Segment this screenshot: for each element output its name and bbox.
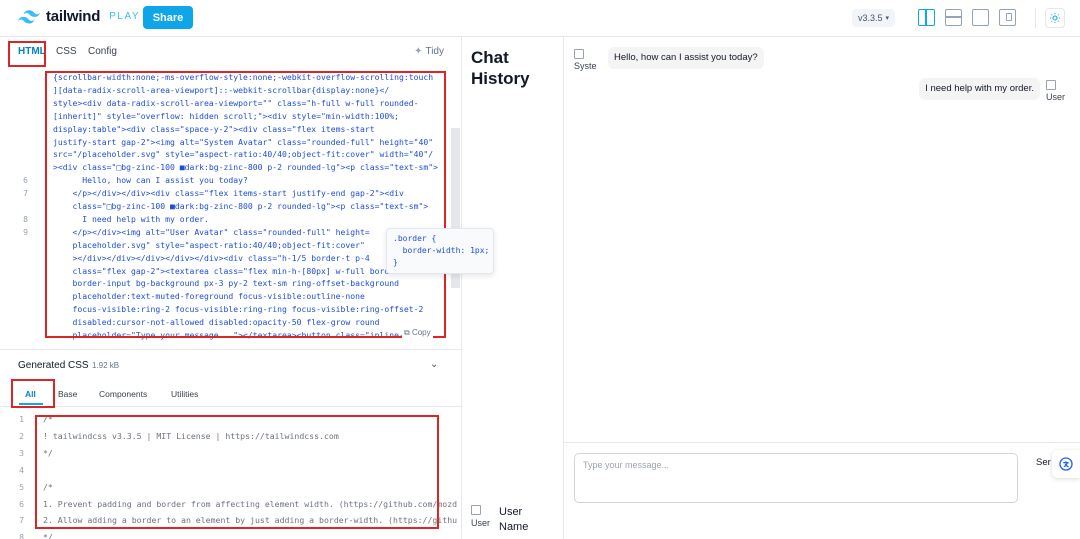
copy-label: Copy [411, 328, 431, 337]
chat-input-divider [564, 442, 1080, 443]
line-number: 5 [19, 481, 24, 492]
annotation-box-all-tab [11, 379, 55, 408]
line-number: 6 [23, 175, 28, 186]
editor-pane: HTML CSS Config ✦ Tidy {scrollbar-width:… [0, 37, 494, 539]
version-select[interactable]: v3.3.5 ▾ [852, 9, 896, 27]
share-button[interactable]: Share [143, 6, 193, 29]
layout-preview-only-icon[interactable] [972, 9, 989, 26]
line-number: 8 [23, 213, 28, 224]
copy-button[interactable]: ⧉ Copy [402, 328, 433, 338]
line-number: 1 [19, 414, 24, 424]
chevron-down-icon: ▾ [885, 15, 890, 22]
message-input[interactable] [574, 453, 1018, 503]
user-message-bubble: I need help with my order. [919, 78, 1040, 100]
generated-css-title: Generated CSS [18, 360, 89, 371]
copy-icon: ⧉ [404, 328, 410, 337]
tab-css[interactable]: CSS [56, 46, 77, 57]
tidy-label: Tidy [425, 46, 444, 57]
chat-area: Syste Hello, how can I assist you today?… [564, 37, 1080, 539]
line-number: 8 [19, 532, 24, 539]
chevron-down-icon[interactable]: ⌄ [430, 359, 438, 370]
annotation-box-generated-css [35, 415, 439, 529]
sparkle-icon: ✦ [414, 46, 423, 57]
css-tab-utilities[interactable]: Utilities [171, 389, 198, 399]
layout-responsive-icon[interactable] [999, 9, 1016, 26]
css-code-line: 8 */ [0, 529, 462, 539]
annotation-box-html-code [45, 71, 446, 338]
version-label: v3.3.5 [858, 13, 883, 23]
css-tab-components[interactable]: Components [99, 389, 147, 399]
css-text: */ [43, 532, 53, 539]
line-number: 7 [19, 515, 24, 526]
user-avatar: User [471, 503, 491, 537]
line-number: 9 [23, 226, 28, 237]
user-message: I need help with my order. User [919, 78, 1070, 106]
send-button[interactable]: Ser [1036, 457, 1051, 468]
toolbar-divider [1035, 8, 1036, 28]
system-message: Syste Hello, how can I assist you today? [574, 47, 764, 75]
generated-css-header[interactable]: Generated CSS 1.92 kB ⌄ [0, 349, 462, 379]
layout-vertical-split-icon[interactable] [918, 9, 935, 26]
assistant-float-button[interactable] [1052, 450, 1080, 478]
chat-history-panel: Chat History User User Name [463, 37, 564, 539]
generated-css-tabs: All Base Components Utilities [0, 379, 462, 407]
line-number: 7 [23, 188, 28, 199]
tailwind-play-logo[interactable]: tailwind PLAY [18, 8, 140, 25]
user-name: User Name [499, 506, 529, 533]
system-message-bubble: Hello, how can I assist you today? [608, 47, 764, 69]
top-bar: tailwind PLAY Share v3.3.5 ▾ [0, 0, 1080, 37]
logo-text: tailwind [46, 8, 101, 25]
system-avatar: Syste [574, 47, 602, 75]
editor-tabs: HTML CSS Config ✦ Tidy [0, 37, 462, 67]
sun-icon [1050, 13, 1060, 23]
layout-switcher [918, 9, 1016, 26]
annotation-box-html-tab [8, 41, 46, 67]
translate-icon [1059, 457, 1073, 471]
layout-horizontal-split-icon[interactable] [945, 9, 962, 26]
line-number: 4 [19, 464, 24, 475]
chat-history-title: Chat History [471, 48, 530, 88]
tailwind-logo-icon [18, 9, 40, 23]
current-user[interactable]: User User Name [471, 503, 549, 537]
generated-css-size: 1.92 kB [92, 361, 120, 370]
theme-toggle-button[interactable] [1045, 8, 1065, 28]
tab-config[interactable]: Config [88, 46, 117, 57]
line-number: 3 [19, 447, 24, 458]
tidy-button[interactable]: ✦ Tidy [414, 46, 444, 57]
user-message-avatar: User [1046, 78, 1070, 106]
logo-play-text: PLAY [109, 11, 141, 22]
line-number: 6 [19, 498, 24, 509]
line-number: 2 [19, 430, 24, 441]
css-tab-base[interactable]: Base [58, 389, 77, 399]
